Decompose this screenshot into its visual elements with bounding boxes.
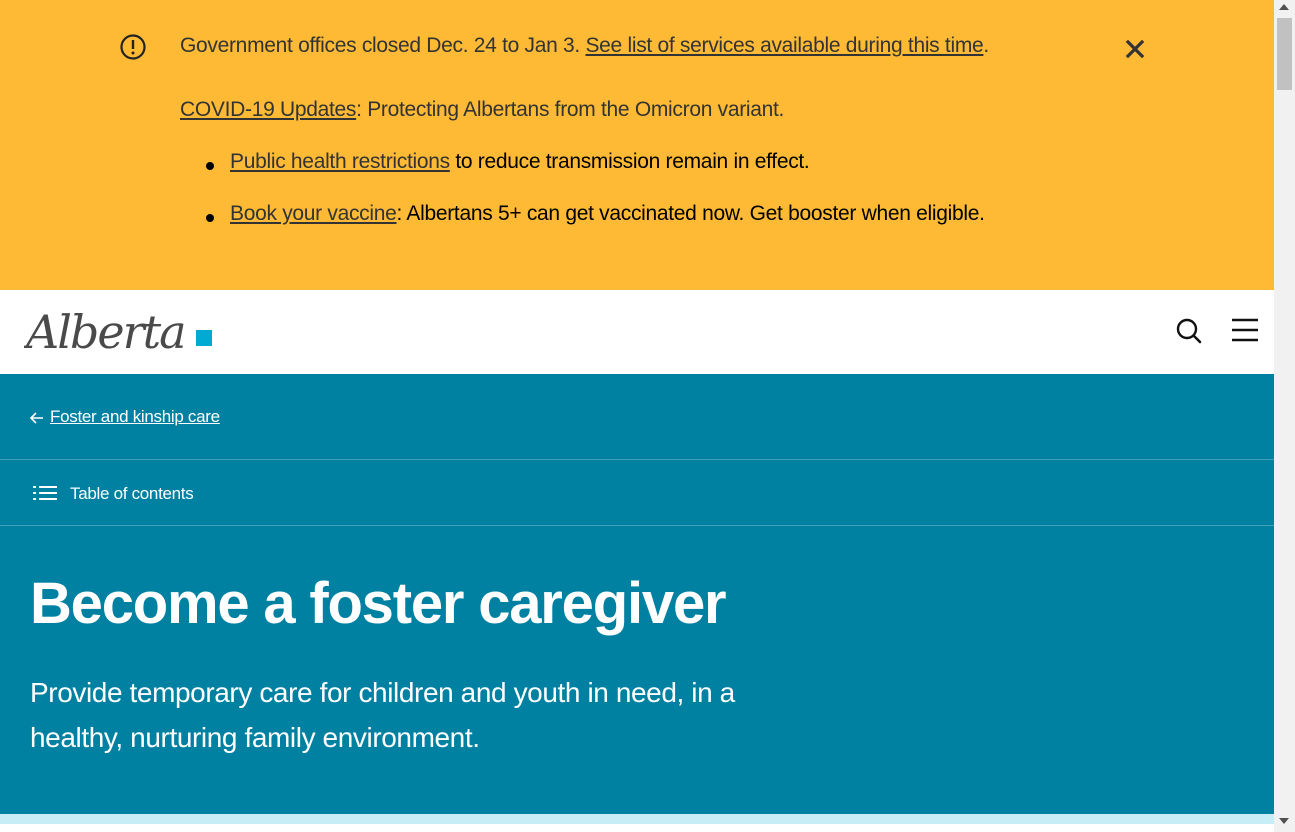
alert-office-closure-text: Government offices closed Dec. 24 to Jan…: [180, 34, 586, 57]
bullet-icon: [206, 214, 214, 222]
list-item: Book your vaccine: Albertans 5+ can get …: [180, 202, 985, 254]
bullet-icon: [206, 162, 214, 170]
bullet-text: to reduce transmission remain in effect.: [449, 150, 810, 173]
table-of-contents-label: Table of contents: [70, 484, 194, 503]
bullet-text: : Albertans 5+ can get vaccinated now. G…: [396, 202, 985, 225]
list-item: Public health restrictions to reduce tra…: [180, 150, 985, 202]
alert-covid-text: : Protecting Albertans from the Omicron …: [356, 98, 785, 121]
alberta-logo[interactable]: Alberta: [24, 302, 216, 360]
back-link-foster-kinship-care[interactable]: Foster and kinship care: [50, 407, 220, 427]
alert-bullet-list: Public health restrictions to reduce tra…: [180, 150, 985, 254]
hero-section: Foster and kinship care Table of content…: [0, 374, 1274, 814]
svg-text:Alberta: Alberta: [24, 305, 185, 359]
page-lead: Provide temporary care for children and …: [30, 677, 735, 753]
public-health-restrictions-link[interactable]: Public health restrictions: [230, 150, 450, 173]
accent-strip: [0, 814, 1274, 832]
accent-bar: [0, 814, 1274, 824]
scroll-down-icon[interactable]: [1279, 818, 1289, 824]
scrollbar-thumb[interactable]: [1277, 18, 1292, 90]
page: Government offices closed Dec. 24 to Jan…: [0, 0, 1274, 832]
back-navigation: Foster and kinship care: [0, 374, 1274, 460]
book-vaccine-link[interactable]: Book your vaccine: [230, 202, 397, 225]
alert-banner: Government offices closed Dec. 24 to Jan…: [0, 0, 1274, 290]
close-icon[interactable]: [1122, 36, 1148, 62]
scroll-up-icon[interactable]: [1279, 4, 1289, 10]
site-header: Alberta: [0, 290, 1274, 374]
alert-office-closure-end: .: [983, 34, 989, 57]
alert-circle-icon: [120, 34, 146, 60]
page-title: Become a foster caregiver: [30, 571, 727, 636]
alert-covid-updates: COVID-19 Updates: Protecting Albertans f…: [180, 98, 784, 122]
covid-updates-link[interactable]: COVID-19 Updates: [180, 98, 356, 121]
alert-office-closure: Government offices closed Dec. 24 to Jan…: [180, 34, 989, 58]
list-icon: [33, 486, 57, 500]
hamburger-menu-icon[interactable]: [1228, 314, 1262, 348]
vertical-scrollbar[interactable]: [1274, 0, 1295, 832]
table-of-contents-toggle[interactable]: Table of contents: [0, 460, 1274, 526]
search-icon[interactable]: [1172, 314, 1206, 348]
arrow-left-icon[interactable]: [29, 410, 45, 426]
services-list-link[interactable]: See list of services available during th…: [585, 34, 983, 57]
